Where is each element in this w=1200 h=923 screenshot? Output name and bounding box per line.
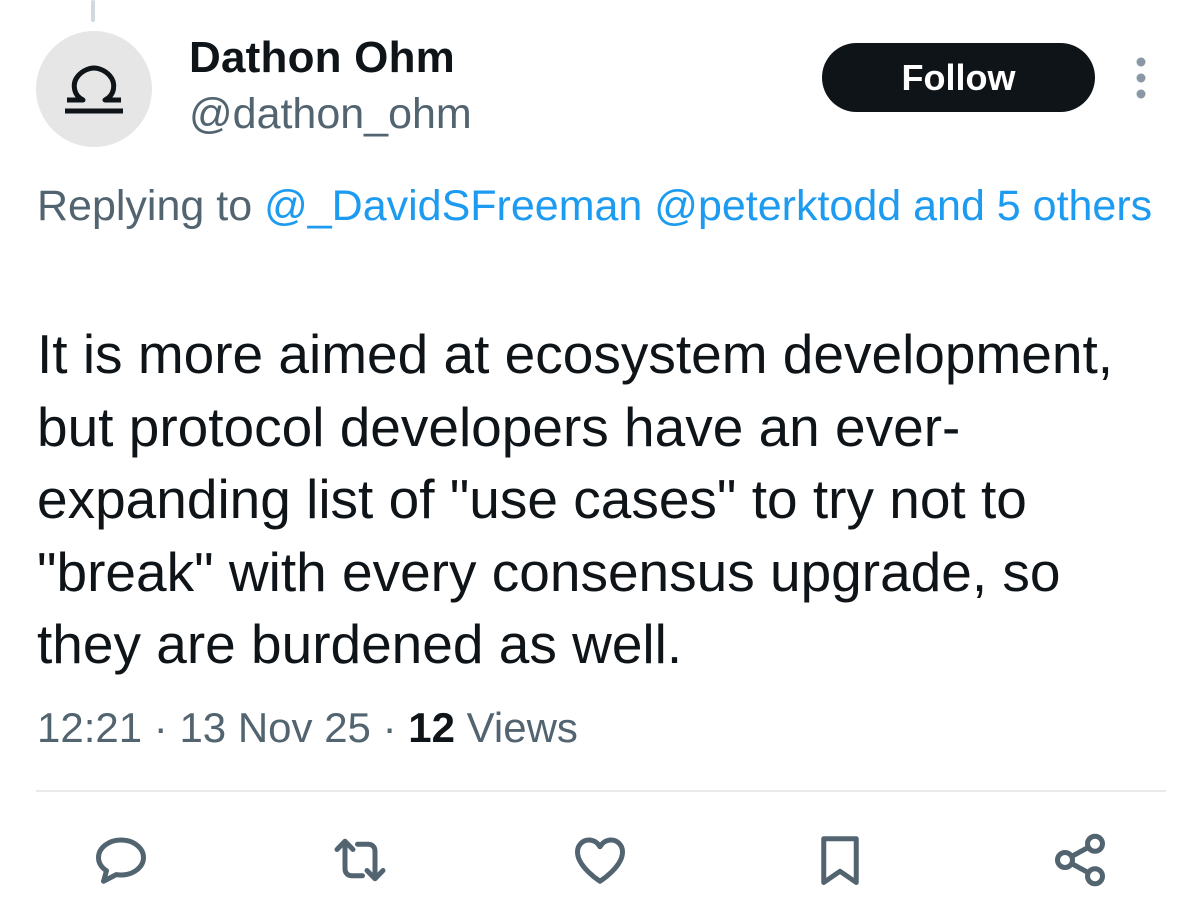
thread-connector-line bbox=[91, 0, 95, 22]
more-options-button[interactable] bbox=[1124, 56, 1158, 100]
reply-context: Replying to @_DavidSFreeman @peterktodd … bbox=[37, 176, 1167, 236]
reply-icon bbox=[96, 837, 146, 884]
bookmark-icon bbox=[821, 836, 859, 885]
share-button[interactable] bbox=[1048, 828, 1112, 892]
mention-link[interactable]: @_DavidSFreeman bbox=[264, 182, 642, 230]
avatar[interactable] bbox=[36, 31, 152, 147]
divider bbox=[36, 790, 1166, 792]
bookmark-button[interactable] bbox=[808, 828, 872, 892]
follow-button[interactable]: Follow bbox=[822, 43, 1095, 112]
user-handle[interactable]: @dathon_ohm bbox=[189, 86, 472, 142]
share-icon bbox=[1055, 833, 1105, 887]
others-link[interactable]: and 5 others bbox=[913, 182, 1152, 230]
more-vertical-icon bbox=[1136, 57, 1146, 99]
views-count: 12 bbox=[408, 704, 455, 751]
mention-link[interactable]: @peterktodd bbox=[654, 182, 901, 230]
replying-to-label: Replying to bbox=[37, 182, 253, 230]
views-label: Views bbox=[466, 704, 578, 751]
retweet-button[interactable] bbox=[328, 828, 392, 892]
like-icon bbox=[575, 837, 625, 884]
display-name[interactable]: Dathon Ohm bbox=[189, 30, 455, 86]
meta-separator: · bbox=[153, 704, 168, 751]
tweet-metadata: 12:21 · 13 Nov 25 · 12 Views bbox=[37, 700, 578, 756]
libra-symbol-icon bbox=[65, 65, 123, 114]
tweet-time[interactable]: 12:21 bbox=[37, 704, 142, 751]
tweet-date[interactable]: 13 Nov 25 bbox=[179, 704, 370, 751]
retweet-icon bbox=[334, 838, 386, 882]
like-button[interactable] bbox=[568, 828, 632, 892]
tweet-text: It is more aimed at ecosystem developmen… bbox=[37, 323, 1114, 675]
meta-separator: · bbox=[382, 704, 397, 751]
reply-button[interactable] bbox=[89, 828, 153, 892]
